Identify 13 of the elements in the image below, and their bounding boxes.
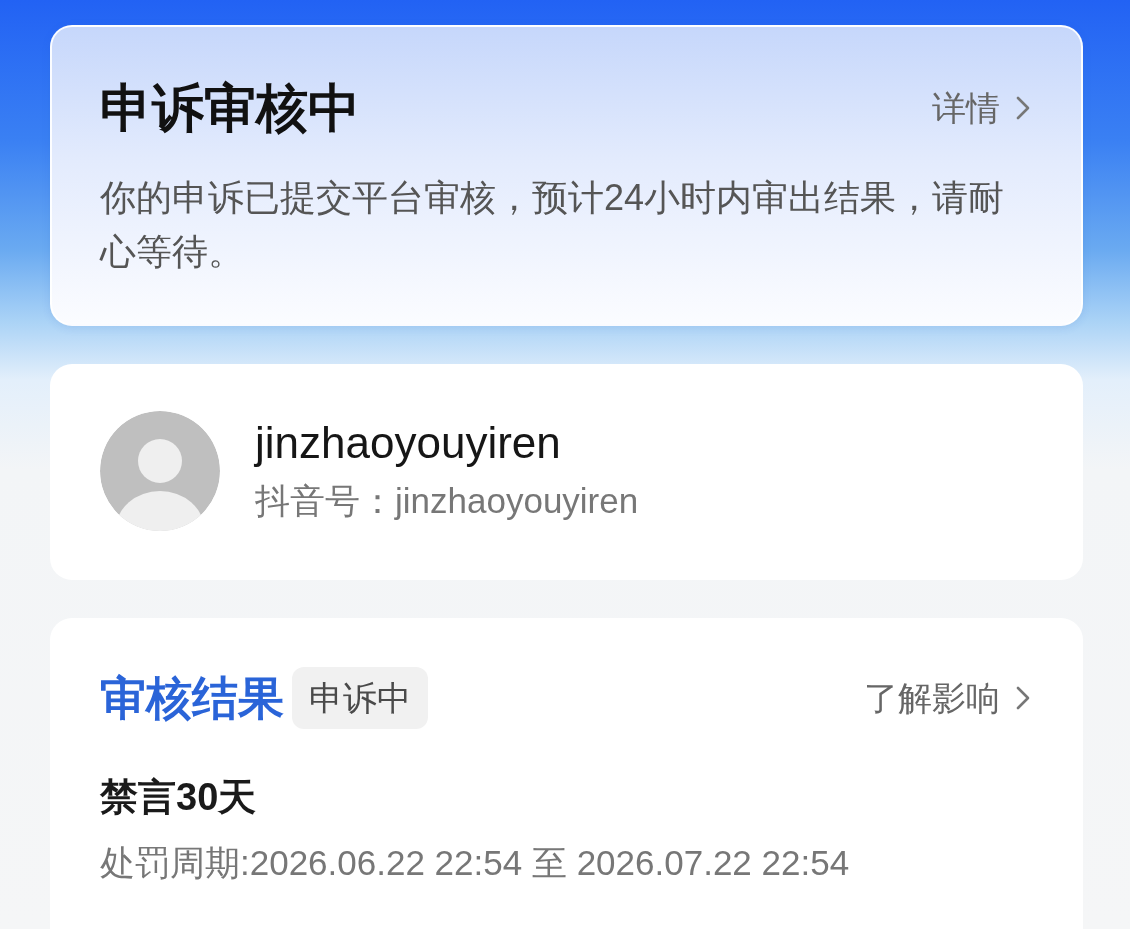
chevron-right-icon — [1016, 686, 1030, 710]
account-id: 抖音号：jinzhaoyouyiren — [255, 480, 639, 522]
avatar-icon — [100, 411, 220, 531]
penalty-label: 禁言30天 — [100, 775, 258, 820]
status-title: 申诉审核中 — [100, 78, 360, 138]
status-description: 你的申诉已提交平台审核，预计24小时内审出结果，请耐心等待。 — [100, 176, 1006, 274]
result-title: 审核结果 — [100, 671, 284, 726]
username: jinzhaoyouyiren — [255, 417, 562, 469]
status-tag: 申诉中 — [292, 667, 428, 729]
penalty-period: 处罚周期:2026.06.22 22:54 至 2026.07.22 22:54 — [100, 842, 851, 884]
chevron-right-icon — [1016, 96, 1030, 120]
impact-link[interactable]: 了解影响 — [864, 676, 1030, 720]
details-link[interactable]: 详情 — [932, 86, 1030, 130]
